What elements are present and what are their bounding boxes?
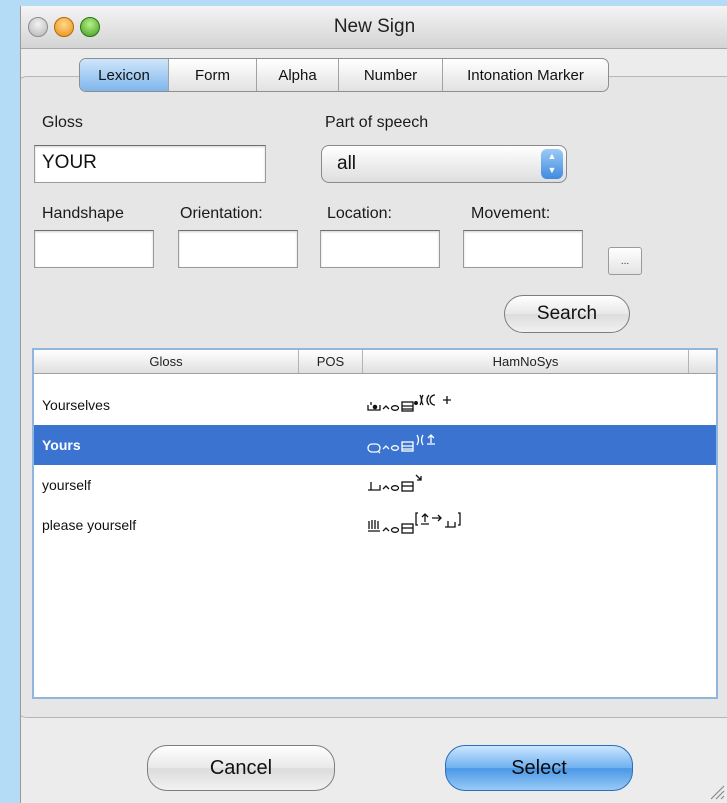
handshape-field[interactable] — [34, 230, 154, 268]
location-field[interactable] — [320, 230, 440, 268]
tab-alpha[interactable]: Alpha — [256, 59, 338, 91]
window-title: New Sign — [333, 16, 416, 37]
table-row[interactable]: Yourselves — [34, 385, 716, 425]
more-options-button[interactable]: ... — [608, 247, 642, 275]
tab-intonation-marker[interactable]: Intonation Marker — [442, 59, 608, 91]
movement-label: Movement: — [471, 205, 551, 222]
resize-grip-icon[interactable] — [707, 782, 725, 800]
cancel-button[interactable]: Cancel — [147, 745, 335, 791]
hamnosys-notation-2-icon — [367, 434, 435, 454]
table-row[interactable]: please yourself — [34, 505, 716, 545]
results-table[interactable]: Gloss POS HamNoSys Yourselves Yours your… — [32, 348, 718, 699]
column-header-pos[interactable]: POS — [299, 350, 363, 373]
tab-number[interactable]: Number — [338, 59, 442, 91]
search-button[interactable]: Search — [504, 295, 630, 333]
table-header: Gloss POS HamNoSys — [34, 350, 716, 374]
part-of-speech-value: all — [337, 153, 357, 174]
row-gloss: Yours — [42, 437, 81, 453]
row-gloss: please yourself — [42, 517, 137, 533]
movement-field[interactable] — [463, 230, 583, 268]
select-button[interactable]: Select — [445, 745, 633, 791]
tab-bar: Lexicon Form Alpha Number Intonation Mar… — [79, 58, 609, 92]
hamnosys-notation-1-icon — [367, 394, 451, 412]
new-sign-window: New Sign Lexicon Form Alpha Number Inton… — [20, 6, 727, 803]
hamnosys-notation-4-icon — [368, 512, 461, 534]
part-of-speech-select[interactable]: all ▲ ▼ — [321, 145, 567, 183]
tab-lexicon[interactable]: Lexicon — [80, 59, 168, 91]
gloss-label: Gloss — [42, 114, 83, 131]
handshape-label: Handshape — [42, 205, 124, 222]
hamnosys-notation-3-icon — [368, 474, 422, 492]
orientation-label: Orientation: — [180, 205, 263, 222]
orientation-field[interactable] — [178, 230, 298, 268]
gloss-input[interactable]: YOUR — [34, 145, 266, 183]
up-down-arrows-icon: ▲ ▼ — [541, 149, 563, 179]
table-row[interactable]: yourself — [34, 465, 716, 505]
row-gloss: Yourselves — [42, 397, 110, 413]
row-gloss: yourself — [42, 477, 92, 493]
location-label: Location: — [327, 205, 392, 222]
table-row[interactable]: Yours — [34, 425, 716, 465]
tab-form[interactable]: Form — [168, 59, 256, 91]
title-bar: New Sign — [21, 6, 727, 49]
column-header-hamnosys[interactable]: HamNoSys — [363, 350, 689, 373]
part-of-speech-label: Part of speech — [325, 114, 429, 131]
column-header-gloss[interactable]: Gloss — [34, 350, 299, 373]
